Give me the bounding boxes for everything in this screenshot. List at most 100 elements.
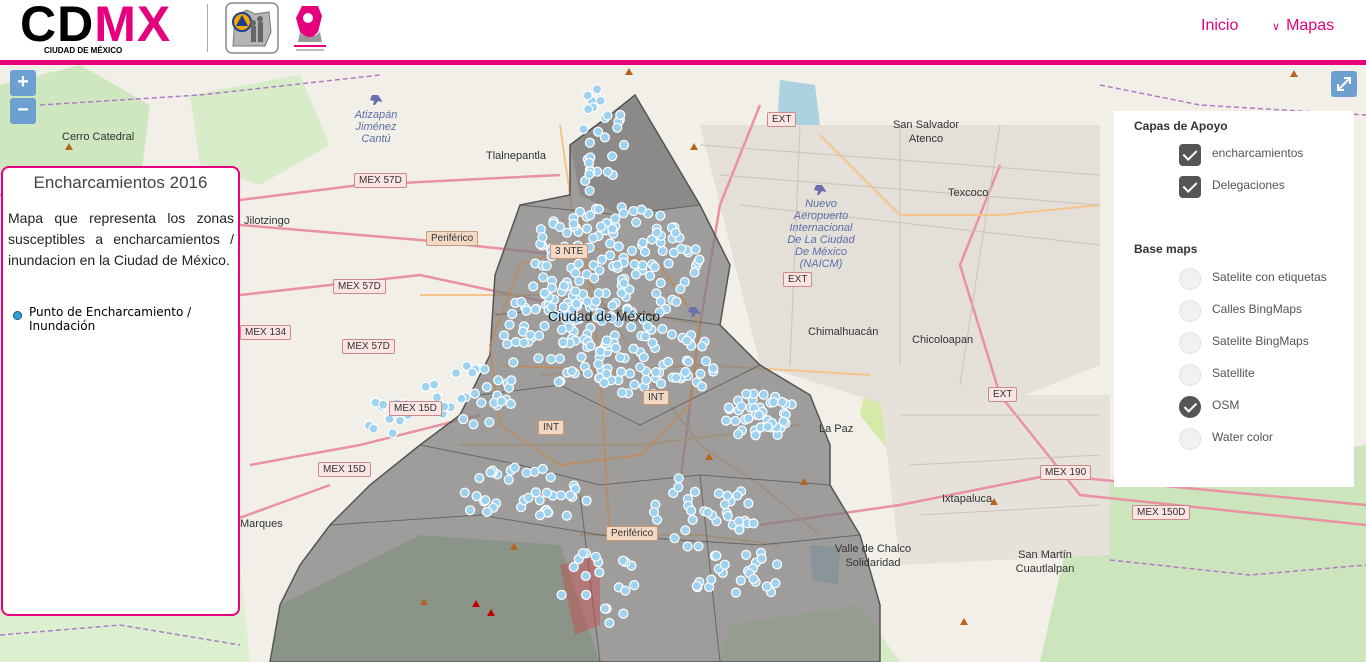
encharcamiento-point[interactable] — [590, 551, 601, 562]
encharcamiento-point[interactable] — [649, 261, 660, 273]
encharcamiento-point[interactable] — [537, 232, 548, 243]
encharcamiento-point[interactable] — [616, 387, 628, 398]
encharcamiento-point[interactable] — [465, 505, 476, 516]
encharcamiento-point[interactable] — [654, 307, 665, 318]
encharcamiento-point[interactable] — [584, 185, 595, 196]
encharcamiento-point[interactable] — [722, 510, 733, 522]
encharcamiento-point[interactable] — [602, 166, 613, 177]
encharcamiento-point[interactable] — [693, 541, 704, 552]
checkbox-checked-icon[interactable] — [1179, 144, 1201, 166]
encharcamiento-point[interactable] — [618, 278, 630, 289]
encharcamiento-point[interactable] — [613, 241, 624, 252]
encharcamiento-point[interactable] — [590, 296, 602, 307]
encharcamiento-point[interactable] — [537, 463, 548, 475]
encharcamiento-point[interactable] — [602, 110, 613, 121]
encharcamiento-point[interactable] — [601, 335, 612, 346]
encharcamiento-point[interactable] — [610, 342, 621, 353]
encharcamiento-point[interactable] — [626, 321, 637, 332]
encharcamiento-point[interactable] — [668, 247, 680, 258]
encharcamiento-point[interactable] — [507, 308, 518, 319]
encharcamiento-point[interactable] — [690, 244, 701, 255]
encharcamiento-point[interactable] — [635, 362, 646, 373]
encharcamiento-point[interactable] — [582, 90, 593, 101]
encharcamiento-point[interactable] — [756, 553, 767, 564]
encharcamiento-point[interactable] — [683, 356, 694, 367]
encharcamiento-point[interactable] — [599, 132, 611, 143]
encharcamiento-point[interactable] — [604, 617, 615, 629]
encharcamiento-point[interactable] — [748, 573, 759, 585]
encharcamiento-point[interactable] — [722, 490, 733, 501]
encharcamiento-point[interactable] — [611, 260, 623, 271]
encharcamiento-point[interactable] — [770, 578, 781, 589]
checkbox-checked-icon[interactable] — [1179, 176, 1201, 198]
encharcamiento-point[interactable] — [485, 467, 496, 478]
encharcamiento-point[interactable] — [740, 549, 752, 560]
encharcamiento-point[interactable] — [694, 254, 705, 265]
encharcamiento-point[interactable] — [557, 337, 569, 348]
nav-mapas-menu[interactable]: ∨ Mapas — [1272, 17, 1334, 35]
encharcamiento-point[interactable] — [685, 505, 697, 516]
encharcamiento-point[interactable] — [479, 364, 490, 375]
encharcamiento-point[interactable] — [580, 570, 591, 582]
encharcamiento-point[interactable] — [599, 377, 610, 388]
encharcamiento-point[interactable] — [568, 218, 579, 229]
encharcamiento-point[interactable] — [583, 157, 595, 169]
encharcamiento-point[interactable] — [546, 302, 558, 313]
encharcamiento-point[interactable] — [670, 227, 681, 238]
encharcamiento-point[interactable] — [584, 169, 595, 180]
encharcamiento-point[interactable] — [568, 561, 579, 573]
encharcamiento-point[interactable] — [570, 286, 581, 297]
encharcamiento-point[interactable] — [736, 401, 747, 412]
encharcamiento-point[interactable] — [499, 330, 510, 341]
encharcamiento-point[interactable] — [533, 330, 545, 341]
encharcamiento-point[interactable] — [571, 298, 582, 309]
encharcamiento-point[interactable] — [719, 559, 730, 570]
encharcamiento-point[interactable] — [607, 223, 618, 234]
encharcamiento-point[interactable] — [578, 123, 589, 135]
radio-button[interactable] — [1179, 300, 1201, 322]
encharcamiento-point[interactable] — [689, 486, 701, 497]
encharcamiento-point[interactable] — [768, 397, 779, 408]
encharcamiento-point[interactable] — [650, 367, 661, 378]
encharcamiento-point[interactable] — [539, 320, 550, 331]
encharcamiento-point[interactable] — [708, 363, 719, 374]
encharcamiento-point[interactable] — [582, 296, 593, 307]
encharcamiento-point[interactable] — [687, 514, 698, 525]
encharcamiento-point[interactable] — [458, 414, 469, 425]
encharcamiento-point[interactable] — [771, 559, 783, 570]
encharcamiento-point[interactable] — [553, 376, 564, 387]
encharcamiento-point[interactable] — [595, 221, 607, 232]
encharcamiento-point[interactable] — [565, 490, 576, 501]
encharcamiento-point[interactable] — [574, 275, 585, 286]
encharcamiento-point[interactable] — [482, 506, 493, 517]
encharcamiento-point[interactable] — [713, 488, 725, 499]
encharcamiento-point[interactable] — [595, 346, 606, 357]
encharcamiento-point[interactable] — [476, 397, 487, 408]
encharcamiento-point[interactable] — [642, 321, 653, 332]
fullscreen-button[interactable] — [1331, 71, 1357, 97]
encharcamiento-point[interactable] — [618, 208, 629, 219]
encharcamiento-point[interactable] — [750, 430, 761, 441]
radio-button[interactable] — [1179, 364, 1201, 386]
encharcamiento-point[interactable] — [588, 273, 600, 284]
encharcamiento-point[interactable] — [730, 415, 741, 427]
encharcamiento-point[interactable] — [521, 467, 532, 478]
encharcamiento-point[interactable] — [720, 415, 732, 426]
encharcamiento-point[interactable] — [696, 381, 708, 392]
zoom-out-button[interactable]: − — [10, 98, 36, 124]
encharcamiento-point[interactable] — [648, 507, 660, 518]
encharcamiento-point[interactable] — [456, 393, 467, 404]
encharcamiento-point[interactable] — [596, 254, 608, 265]
encharcamiento-point[interactable] — [671, 372, 682, 383]
encharcamiento-point[interactable] — [733, 429, 744, 440]
encharcamiento-point[interactable] — [628, 343, 639, 354]
encharcamiento-point[interactable] — [663, 258, 674, 269]
encharcamiento-point[interactable] — [469, 388, 480, 399]
basemap-option-satellite[interactable]: Satellite — [1179, 364, 1349, 388]
encharcamiento-point[interactable] — [558, 280, 570, 291]
radio-button[interactable] — [1179, 428, 1201, 450]
radio-button[interactable] — [1179, 268, 1201, 290]
encharcamiento-point[interactable] — [584, 137, 596, 148]
encharcamiento-point[interactable] — [700, 356, 712, 367]
encharcamiento-point[interactable] — [605, 238, 616, 249]
